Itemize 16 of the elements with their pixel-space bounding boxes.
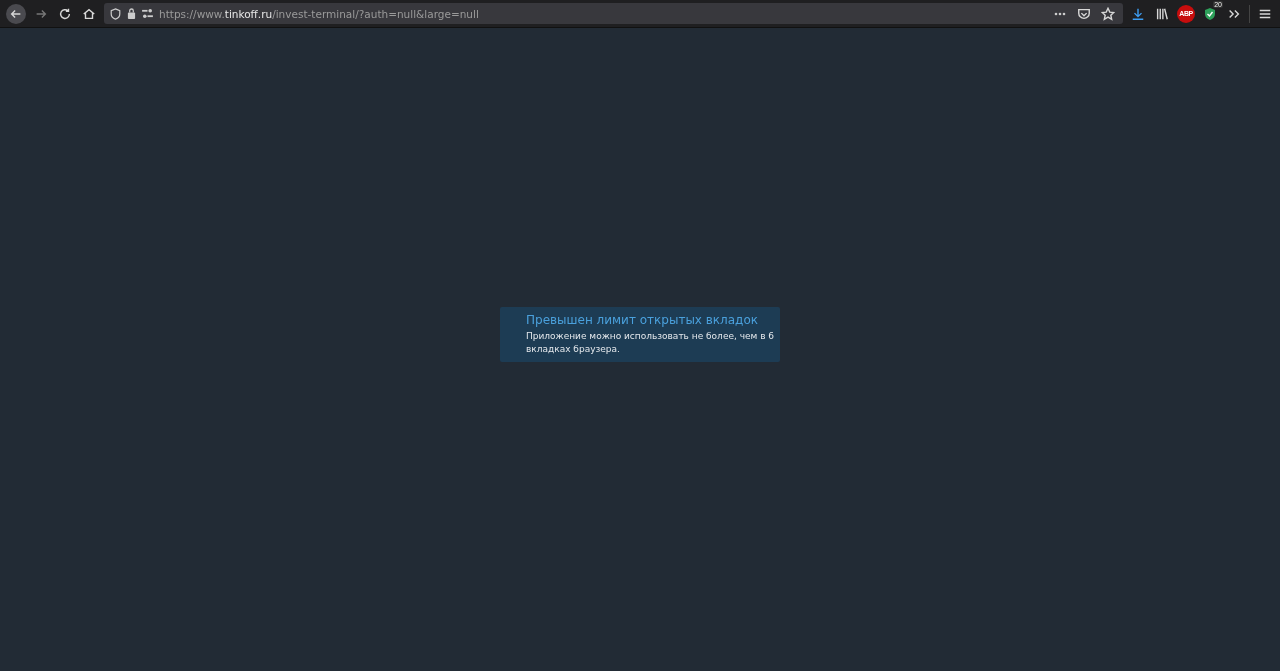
more-icon [1054,11,1066,16]
permissions-icon [142,9,153,18]
pocket-icon [1077,6,1091,21]
home-icon [82,6,96,21]
star-icon [1101,6,1115,21]
notice-title: Превышен лимит открытых вкладок [526,313,759,327]
reload-icon [58,6,72,21]
lock-icon [127,8,136,19]
url-text: https://www.tinkoff.ru/invest-terminal/?auth=null&large=null [159,7,479,20]
download-icon [1131,6,1145,21]
library-icon [1155,6,1169,21]
shield-icon [110,7,121,20]
notice-message: Приложение можно использовать не более, чем в 6 вкладках браузера. [526,330,776,356]
address-bar[interactable]: https://www.tinkoff.ru/invest-terminal/?auth=null&large=null [104,3,1123,24]
shield-check-icon [1204,6,1216,21]
back-button[interactable] [6,3,26,24]
